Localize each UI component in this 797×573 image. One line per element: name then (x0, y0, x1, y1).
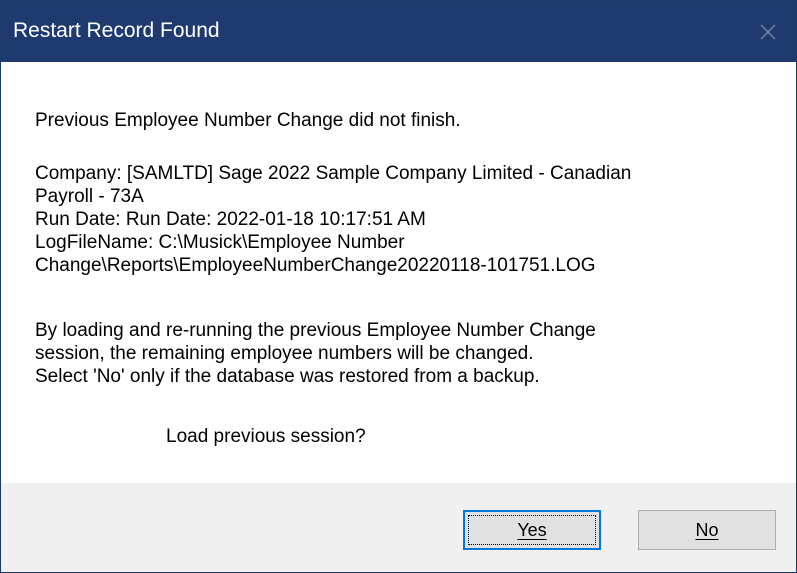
button-bar: Yes No (1, 483, 796, 572)
message-area: Previous Employee Number Change did not … (1, 62, 796, 483)
info-line-3: Select 'No' only if the database was res… (35, 366, 540, 387)
company-line-1: Company: [SAMLTD] Sage 2022 Sample Compa… (35, 163, 632, 184)
close-button[interactable] (740, 1, 796, 62)
window-title: Restart Record Found (13, 19, 220, 42)
status-message: Previous Employee Number Change did not … (35, 110, 461, 131)
company-line-2: Payroll - 73A (35, 186, 144, 207)
dialog-window: Restart Record Found Previous Employee N… (0, 0, 797, 573)
yes-button[interactable]: Yes (463, 510, 601, 550)
no-button[interactable]: No (638, 510, 776, 550)
logfile-line-2: Change\Reports\EmployeeNumberChange20220… (35, 255, 596, 276)
yes-button-label: Yes (517, 519, 547, 540)
close-icon (760, 24, 776, 39)
question-text: Load previous session? (166, 426, 366, 447)
logfile-line-1: LogFileName: C:\Musick\Employee Number (35, 232, 405, 253)
info-line-2: session, the remaining employee numbers … (35, 343, 534, 364)
no-button-label: No (695, 519, 719, 540)
run-date-line: Run Date: Run Date: 2022-01-18 10:17:51 … (35, 209, 426, 230)
title-bar: Restart Record Found (1, 1, 796, 62)
info-line-1: By loading and re-running the previous E… (35, 320, 596, 341)
